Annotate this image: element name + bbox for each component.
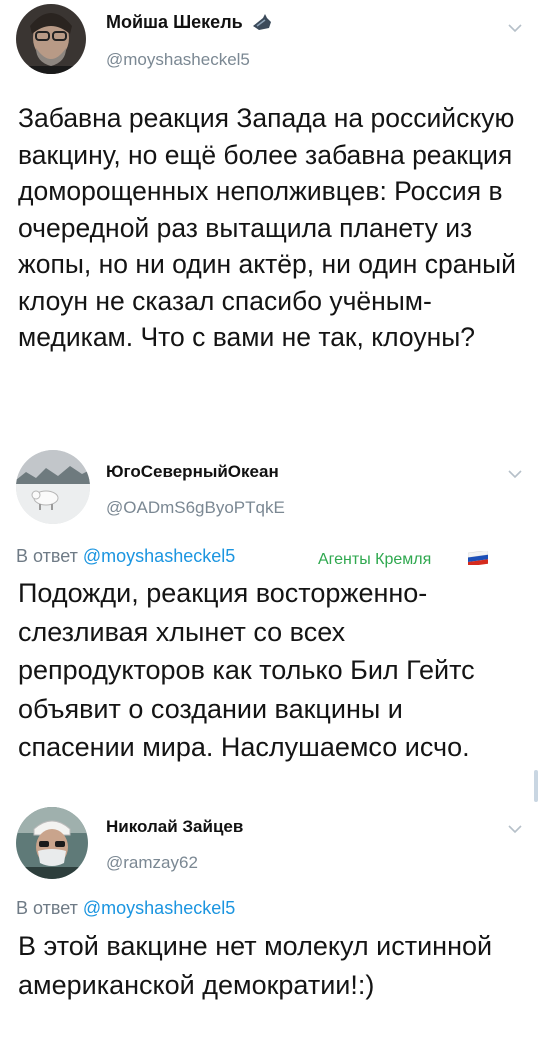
tweet-2[interactable]: ЮгоСеверныйОкеан @OADmS6gByoPTqkE В отве… [0, 450, 540, 810]
avatar[interactable] [16, 450, 90, 524]
chevron-down-icon[interactable] [508, 821, 522, 834]
author-handle[interactable]: @ramzay62 [106, 853, 198, 873]
reply-prefix: В ответ [16, 546, 83, 566]
avatar-photo [16, 450, 90, 524]
hand-emoji-icon [251, 12, 273, 32]
tweet-text: Забавна реакция Запада на российскую вак… [18, 103, 516, 352]
author-handle[interactable]: @moyshasheckel5 [106, 50, 250, 70]
kremlin-agents-badge: Агенты Кремля [318, 551, 432, 568]
tweet-1[interactable]: Мойша Шекель @moyshasheckel5 Забавна реа… [0, 0, 540, 450]
chevron-down-icon[interactable] [508, 466, 522, 479]
reply-mention-link[interactable]: @moyshasheckel5 [83, 898, 235, 918]
chevron-down-icon[interactable] [508, 20, 522, 33]
russia-flag-icon [467, 549, 489, 567]
author-name[interactable]: Мойша Шекель [106, 12, 243, 33]
reply-prefix: В ответ [16, 898, 83, 918]
reply-mention-link[interactable]: @moyshasheckel5 [83, 546, 235, 566]
tweet-text: Подожди, реакция восторженно-слезливая х… [18, 578, 475, 762]
tweet-3[interactable]: Николай Зайцев @ramzay62 В ответ @moysha… [0, 805, 540, 1046]
reply-to-line: В ответ @moyshasheckel5 [16, 546, 235, 567]
scrollbar-thumb[interactable] [534, 770, 538, 802]
avatar-photo [16, 807, 88, 879]
reply-to-line: В ответ @moyshasheckel5 [16, 898, 235, 919]
avatar[interactable] [16, 4, 86, 74]
avatar[interactable] [16, 807, 88, 879]
author-name[interactable]: Николай Зайцев [106, 817, 243, 837]
author-name[interactable]: ЮгоСеверныйОкеан [106, 462, 279, 482]
tweet-text: В этой вакцине нет молекул истинной амер… [18, 931, 493, 1000]
author-handle[interactable]: @OADmS6gByoPTqkE [106, 498, 285, 518]
avatar-photo [16, 4, 86, 74]
